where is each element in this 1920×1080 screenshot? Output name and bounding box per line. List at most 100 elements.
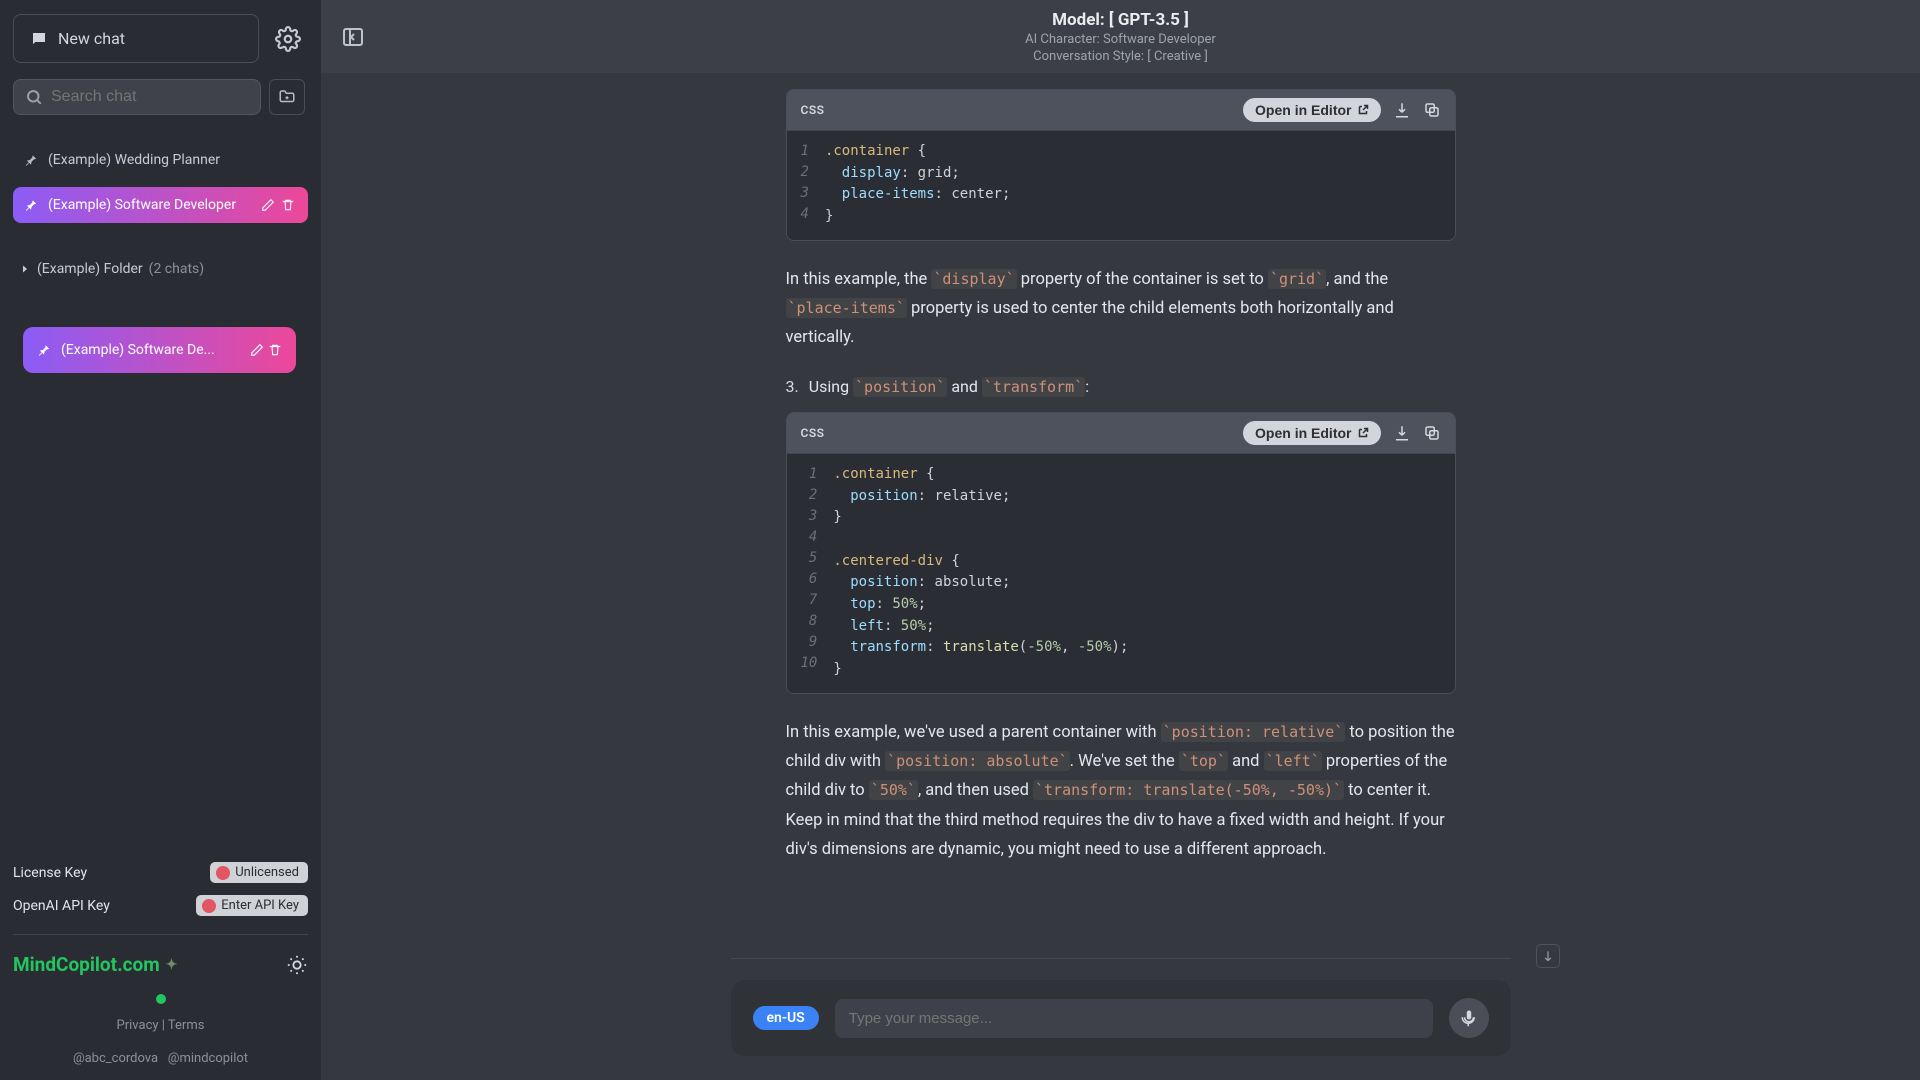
style-label: Conversation Style: [ Creative ]: [321, 49, 1920, 64]
content-scroll[interactable]: CSS Open in Editor 1234 .container { dis…: [321, 73, 1920, 980]
new-folder-button[interactable]: [269, 79, 305, 115]
folder-item[interactable]: (Example) Folder (2 chats): [13, 251, 308, 287]
trash-icon[interactable]: [279, 196, 297, 214]
open-in-editor-button[interactable]: Open in Editor: [1243, 421, 1380, 445]
collapse-sidebar-button[interactable]: [339, 23, 367, 51]
scroll-to-bottom-button[interactable]: [1536, 944, 1560, 968]
footer-handles: @abc_cordova @mindcopilot: [13, 1051, 308, 1066]
pin-icon: [24, 153, 38, 167]
settings-button[interactable]: [267, 14, 308, 63]
api-key-label: OpenAI API Key: [13, 898, 110, 914]
code-lang-label: CSS: [801, 426, 825, 440]
message-input[interactable]: [835, 999, 1433, 1038]
chat-bubble-icon: [30, 30, 48, 48]
chat-item-label: (Example) Software Developer: [48, 197, 236, 213]
inline-code: `grid`: [1268, 269, 1326, 289]
ordered-list-item: 3. Using `position` and `transform`:: [786, 377, 1456, 396]
sun-icon: [286, 954, 308, 976]
copy-icon: [1423, 424, 1441, 442]
inline-code: `place-items`: [786, 298, 907, 318]
footer-links: Privacy | Terms: [13, 1018, 308, 1033]
gear-icon: [275, 26, 301, 52]
list-number: 3.: [786, 377, 799, 396]
divider: [731, 958, 1511, 959]
status-dot-icon: [156, 994, 166, 1004]
chat-item-label: (Example) Wedding Planner: [48, 152, 220, 168]
chevron-right-icon: [19, 263, 31, 275]
copy-icon: [1423, 101, 1441, 119]
paragraph: In this example, we've used a parent con…: [786, 718, 1456, 865]
folder-label: (Example) Folder: [37, 261, 143, 277]
download-icon: [1393, 424, 1411, 442]
download-button[interactable]: [1393, 424, 1411, 442]
line-numbers: 1234: [801, 141, 825, 228]
panel-left-icon: [341, 25, 365, 49]
language-chip[interactable]: en-US: [753, 1006, 819, 1030]
privacy-link[interactable]: Privacy: [117, 1018, 159, 1033]
external-link-icon: [1357, 427, 1369, 439]
model-label: Model: [ GPT-3.5 ]: [321, 10, 1920, 30]
inline-code: `display`: [931, 269, 1016, 289]
external-link-icon: [1357, 104, 1369, 116]
inline-code: `transform: translate(-50%, -50%)`: [1033, 780, 1344, 800]
license-key-label: License Key: [13, 865, 87, 881]
paragraph: In this example, the `display` property …: [786, 265, 1456, 353]
search-input-wrap[interactable]: [13, 79, 261, 115]
open-in-editor-button[interactable]: Open in Editor: [1243, 98, 1380, 122]
chat-list: (Example) Wedding Planner (Example) Soft…: [13, 143, 308, 287]
trash-icon[interactable]: [268, 343, 282, 357]
chat-item-active[interactable]: (Example) Software Developer: [13, 187, 308, 223]
search-icon: [25, 88, 43, 106]
drag-chip-label: (Example) Software De...: [61, 342, 215, 358]
divider: [13, 934, 308, 935]
folder-count: (2 chats): [149, 261, 204, 277]
new-chat-label: New chat: [58, 29, 125, 48]
sparkle-icon: ✦: [166, 957, 178, 973]
terms-link[interactable]: Terms: [168, 1018, 205, 1033]
chat-item[interactable]: (Example) Wedding Planner: [13, 143, 308, 177]
code-content: .container { display: grid; place-items:…: [825, 141, 1010, 228]
brand-link[interactable]: MindCopilot.com✦: [13, 953, 177, 976]
search-input[interactable]: [51, 88, 258, 106]
arrow-down-icon: [1541, 949, 1555, 963]
download-icon: [1393, 101, 1411, 119]
input-area: en-US: [321, 980, 1920, 1080]
inline-code: `position: relative`: [1161, 722, 1346, 742]
code-content: .container { position: relative; } .cent…: [833, 464, 1128, 681]
alert-dot-icon: [216, 866, 230, 880]
alert-dot-icon: [202, 899, 216, 913]
handle-author[interactable]: @abc_cordova: [73, 1051, 158, 1066]
edit-icon[interactable]: [250, 343, 264, 357]
copy-button[interactable]: [1423, 424, 1441, 442]
download-button[interactable]: [1393, 101, 1411, 119]
character-label: AI Character: Software Developer: [321, 32, 1920, 47]
folder-plus-icon: [278, 88, 296, 106]
code-lang-label: CSS: [801, 103, 825, 117]
inline-code: `50%`: [869, 780, 918, 800]
theme-toggle-button[interactable]: [286, 954, 308, 976]
copy-button[interactable]: [1423, 101, 1441, 119]
code-block: CSS Open in Editor 1234 .container { dis…: [786, 89, 1456, 241]
code-block: CSS Open in Editor 12345678910 .containe…: [786, 412, 1456, 694]
license-badge[interactable]: Unlicensed: [210, 862, 308, 883]
new-chat-button[interactable]: New chat: [13, 14, 259, 63]
pin-icon: [37, 343, 51, 357]
pin-icon: [24, 198, 38, 212]
inline-code: `position: absolute`: [885, 751, 1070, 771]
header: Model: [ GPT-3.5 ] AI Character: Softwar…: [321, 0, 1920, 73]
inline-code: `left`: [1264, 751, 1322, 771]
api-key-row: OpenAI API Key Enter API Key: [13, 895, 308, 916]
api-key-badge[interactable]: Enter API Key: [196, 895, 308, 916]
handle-app[interactable]: @mindcopilot: [168, 1051, 248, 1066]
inline-code: `top`: [1179, 751, 1228, 771]
line-numbers: 12345678910: [801, 464, 834, 681]
microphone-button[interactable]: [1449, 998, 1489, 1038]
inline-code: `position`: [853, 377, 947, 397]
license-key-row: License Key Unlicensed: [13, 862, 308, 883]
inline-code: `transform`: [982, 377, 1085, 397]
main: Model: [ GPT-3.5 ] AI Character: Softwar…: [321, 0, 1920, 1080]
drag-preview-chip[interactable]: (Example) Software De...: [23, 327, 296, 373]
mic-icon: [1460, 1009, 1478, 1027]
edit-icon[interactable]: [259, 196, 277, 214]
sidebar: New chat (Example) Wedding Planner: [0, 0, 321, 1080]
